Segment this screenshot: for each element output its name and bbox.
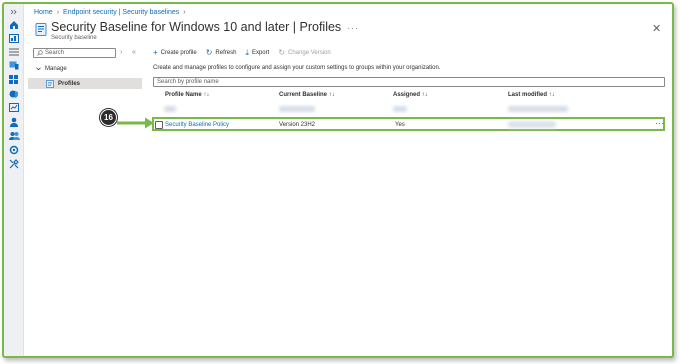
baseline-document-icon <box>35 23 47 41</box>
search-icon <box>37 50 43 56</box>
close-icon[interactable]: ✕ <box>652 22 661 35</box>
collapse-nav-icon[interactable]: « <box>132 49 136 56</box>
download-icon: ⤓ <box>245 48 249 57</box>
nav-search-placeholder: Search <box>45 50 65 56</box>
users-icon[interactable] <box>8 116 20 127</box>
breadcrumb-endpoint-security-link[interactable]: Endpoint security | Security baselines <box>63 9 179 16</box>
row-select-checkbox[interactable] <box>155 121 163 129</box>
column-header-last-modified[interactable]: Last modified ↑↓ <box>508 92 555 98</box>
redacted-cell <box>279 106 315 112</box>
plus-icon: + <box>153 48 158 57</box>
groups-icon[interactable] <box>8 130 20 141</box>
home-icon[interactable] <box>8 19 20 30</box>
change-version-label: Change Version <box>288 50 331 56</box>
step-number-badge: 16 <box>100 109 117 126</box>
nav-item-label: Profiles <box>58 80 81 87</box>
create-profile-button[interactable]: + Create profile <box>153 49 197 57</box>
profile-name-link[interactable]: Security Baseline Policy <box>165 122 229 128</box>
troubleshooting-icon[interactable] <box>8 158 20 169</box>
column-header-assigned[interactable]: Assigned ↑↓ <box>393 92 428 98</box>
table-row-redacted <box>162 104 642 114</box>
page-description: Create and manage profiles to configure … <box>153 65 441 71</box>
breadcrumb-home-link[interactable]: Home <box>34 9 53 16</box>
nav-item-profiles[interactable]: Profiles <box>28 78 142 89</box>
chevron-right-icon: › <box>56 9 60 16</box>
nav-expand-icon[interactable]: › <box>120 49 122 56</box>
refresh-button[interactable]: ↻ Refresh <box>206 49 237 57</box>
callout-arrow-icon <box>117 116 155 134</box>
chevron-down-icon <box>36 67 41 71</box>
nav-group-label: Manage <box>45 66 67 72</box>
current-baseline-cell: Version 23H2 <box>279 122 316 128</box>
expand-sidebar-icon[interactable] <box>8 6 20 17</box>
change-version-button[interactable]: ↻ Change Version <box>278 49 330 57</box>
command-bar: + Create profile ↻ Refresh ⤓ Export ↻ Ch… <box>153 49 331 57</box>
last-modified-redacted <box>508 121 556 128</box>
redacted-cell <box>164 106 176 112</box>
all-services-icon[interactable] <box>8 46 20 57</box>
breadcrumb: Home › Endpoint security | Security base… <box>34 9 186 16</box>
assigned-cell: Yes <box>395 122 405 128</box>
refresh-label: Refresh <box>215 50 237 56</box>
reports-icon[interactable] <box>8 102 20 113</box>
create-profile-label: Create profile <box>160 50 197 56</box>
profiles-icon <box>46 79 54 88</box>
change-version-icon: ↻ <box>278 48 286 57</box>
refresh-icon: ↻ <box>205 48 213 57</box>
page-title-text: Security Baseline for Windows 10 and lat… <box>51 20 342 34</box>
portal-sidebar <box>4 4 24 356</box>
row-more-options-icon[interactable]: ··· <box>655 119 665 128</box>
page-title: Security Baseline for Windows 10 and lat… <box>51 20 359 34</box>
apps-icon[interactable] <box>8 74 20 85</box>
profile-filter-placeholder: Search by profile name <box>157 79 219 85</box>
app-window: Home › Endpoint security | Security base… <box>2 2 674 358</box>
redacted-cell <box>508 106 568 112</box>
more-options-icon[interactable]: ··· <box>347 23 359 33</box>
dashboard-icon[interactable] <box>8 33 20 44</box>
export-label: Export <box>251 50 270 56</box>
chevron-right-icon: › <box>183 9 186 16</box>
redacted-cell <box>393 106 407 112</box>
page-subtitle: Security baseline <box>51 35 97 41</box>
nav-search-input[interactable]: Search <box>33 48 116 58</box>
devices-icon[interactable] <box>8 60 20 71</box>
profile-filter-input[interactable]: Search by profile name <box>153 77 665 87</box>
nav-group-manage[interactable]: Manage <box>36 66 67 72</box>
export-button[interactable]: ⤓ Export <box>245 49 269 57</box>
endpoint-security-icon[interactable] <box>8 88 20 99</box>
column-header-profile-name[interactable]: Profile Name ↑↓ <box>165 92 209 98</box>
tenant-admin-icon[interactable] <box>8 144 20 155</box>
column-header-current-baseline[interactable]: Current Baseline ↑↓ <box>279 92 335 98</box>
